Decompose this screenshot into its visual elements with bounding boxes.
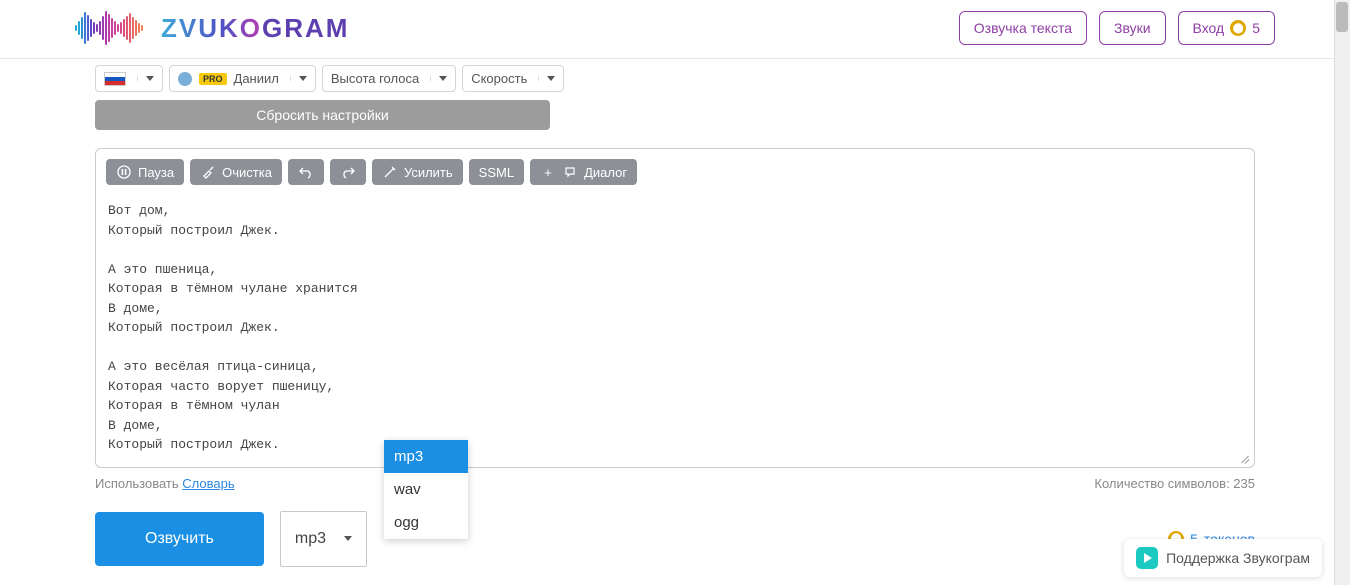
sounds-button[interactable]: Звуки <box>1099 11 1166 45</box>
reset-settings-button[interactable]: Сбросить настройки <box>95 100 550 130</box>
chevron-down-icon <box>344 536 352 541</box>
support-play-icon <box>1136 547 1158 569</box>
use-label: Использовать <box>95 476 182 491</box>
format-value: mp3 <box>295 530 326 548</box>
flag-ru-icon <box>104 72 126 86</box>
dialog-icon <box>562 164 578 180</box>
login-button[interactable]: Вход ⬤ 5 <box>1178 11 1275 45</box>
login-label: Вход <box>1193 20 1225 36</box>
bottom-row: Озвучить mp3 ⬤ 5 токенов <box>95 511 1255 567</box>
pause-button[interactable]: Пауза <box>106 159 184 185</box>
broom-icon <box>200 164 216 180</box>
credits-value: 5 <box>1252 20 1260 36</box>
format-select[interactable]: mp3 <box>280 511 367 567</box>
char-counter: Количество символов: 235 <box>1094 476 1255 491</box>
dictionary-link[interactable]: Словарь <box>182 476 234 491</box>
pro-badge: PRO <box>199 73 227 85</box>
scrollbar-thumb[interactable] <box>1336 2 1348 32</box>
text-input[interactable]: Вот дом, Который построил Джек. А это пш… <box>106 199 1244 457</box>
redo-button[interactable] <box>330 159 366 185</box>
enhance-button[interactable]: Усилить <box>372 159 463 185</box>
voice-button[interactable]: Озвучить <box>95 512 264 566</box>
undo-icon <box>298 164 314 180</box>
enhance-label: Усилить <box>404 165 453 180</box>
chevron-down-icon <box>547 76 555 81</box>
plus-icon: + <box>540 164 556 180</box>
clean-button[interactable]: Очистка <box>190 159 282 185</box>
chevron-down-icon <box>299 76 307 81</box>
resize-handle[interactable] <box>1238 451 1250 463</box>
speed-select[interactable]: Скорость <box>462 65 564 92</box>
redo-icon <box>340 164 356 180</box>
voice-select[interactable]: PRO Даниил <box>169 65 316 92</box>
under-editor-row: Использовать Словарь Количество символов… <box>95 476 1255 491</box>
dialog-label: Диалог <box>584 165 627 180</box>
chevron-down-icon <box>146 76 154 81</box>
avatar-icon <box>178 72 192 86</box>
pause-icon <box>116 164 132 180</box>
dialog-button[interactable]: + Диалог <box>530 159 637 185</box>
format-dropdown: mp3 wav ogg <box>384 440 468 539</box>
chevron-down-icon <box>439 76 447 81</box>
editor-box: Пауза Очистка Усилить SSML + <box>95 148 1255 468</box>
language-select[interactable] <box>95 65 163 92</box>
speed-label: Скорость <box>471 71 527 86</box>
ssml-button[interactable]: SSML <box>469 159 524 185</box>
clean-label: Очистка <box>222 165 272 180</box>
pitch-select[interactable]: Высота голоса <box>322 65 456 92</box>
undo-button[interactable] <box>288 159 324 185</box>
logo[interactable]: ZVUKOGRAM <box>75 10 349 46</box>
char-count-value: 235 <box>1233 476 1255 491</box>
header-actions: Озвучка текста Звуки Вход ⬤ 5 <box>959 11 1275 45</box>
voice-text-button[interactable]: Озвучка текста <box>959 11 1087 45</box>
support-widget[interactable]: Поддержка Звукограм <box>1124 539 1322 577</box>
main-container: PRO Даниил Высота голоса Скорость Сброси… <box>0 59 1350 577</box>
scrollbar[interactable] <box>1334 0 1350 585</box>
format-option-ogg[interactable]: ogg <box>384 506 468 539</box>
coin-icon: ⬤ <box>1230 20 1246 36</box>
format-option-mp3[interactable]: mp3 <box>384 440 468 473</box>
wand-icon <box>382 164 398 180</box>
header: ZVUKOGRAM Озвучка текста Звуки Вход ⬤ 5 <box>0 0 1350 59</box>
support-label: Поддержка Звукограм <box>1166 550 1310 566</box>
pause-label: Пауза <box>138 165 174 180</box>
sound-wave-icon <box>75 10 155 46</box>
voice-name: Даниил <box>234 71 279 86</box>
format-option-wav[interactable]: wav <box>384 473 468 506</box>
selector-row: PRO Даниил Высота голоса Скорость <box>95 65 1255 92</box>
dictionary-row: Использовать Словарь <box>95 476 235 491</box>
logo-text: ZVUKOGRAM <box>161 13 349 44</box>
pitch-label: Высота голоса <box>331 71 419 86</box>
toolbar: Пауза Очистка Усилить SSML + <box>106 159 1244 185</box>
